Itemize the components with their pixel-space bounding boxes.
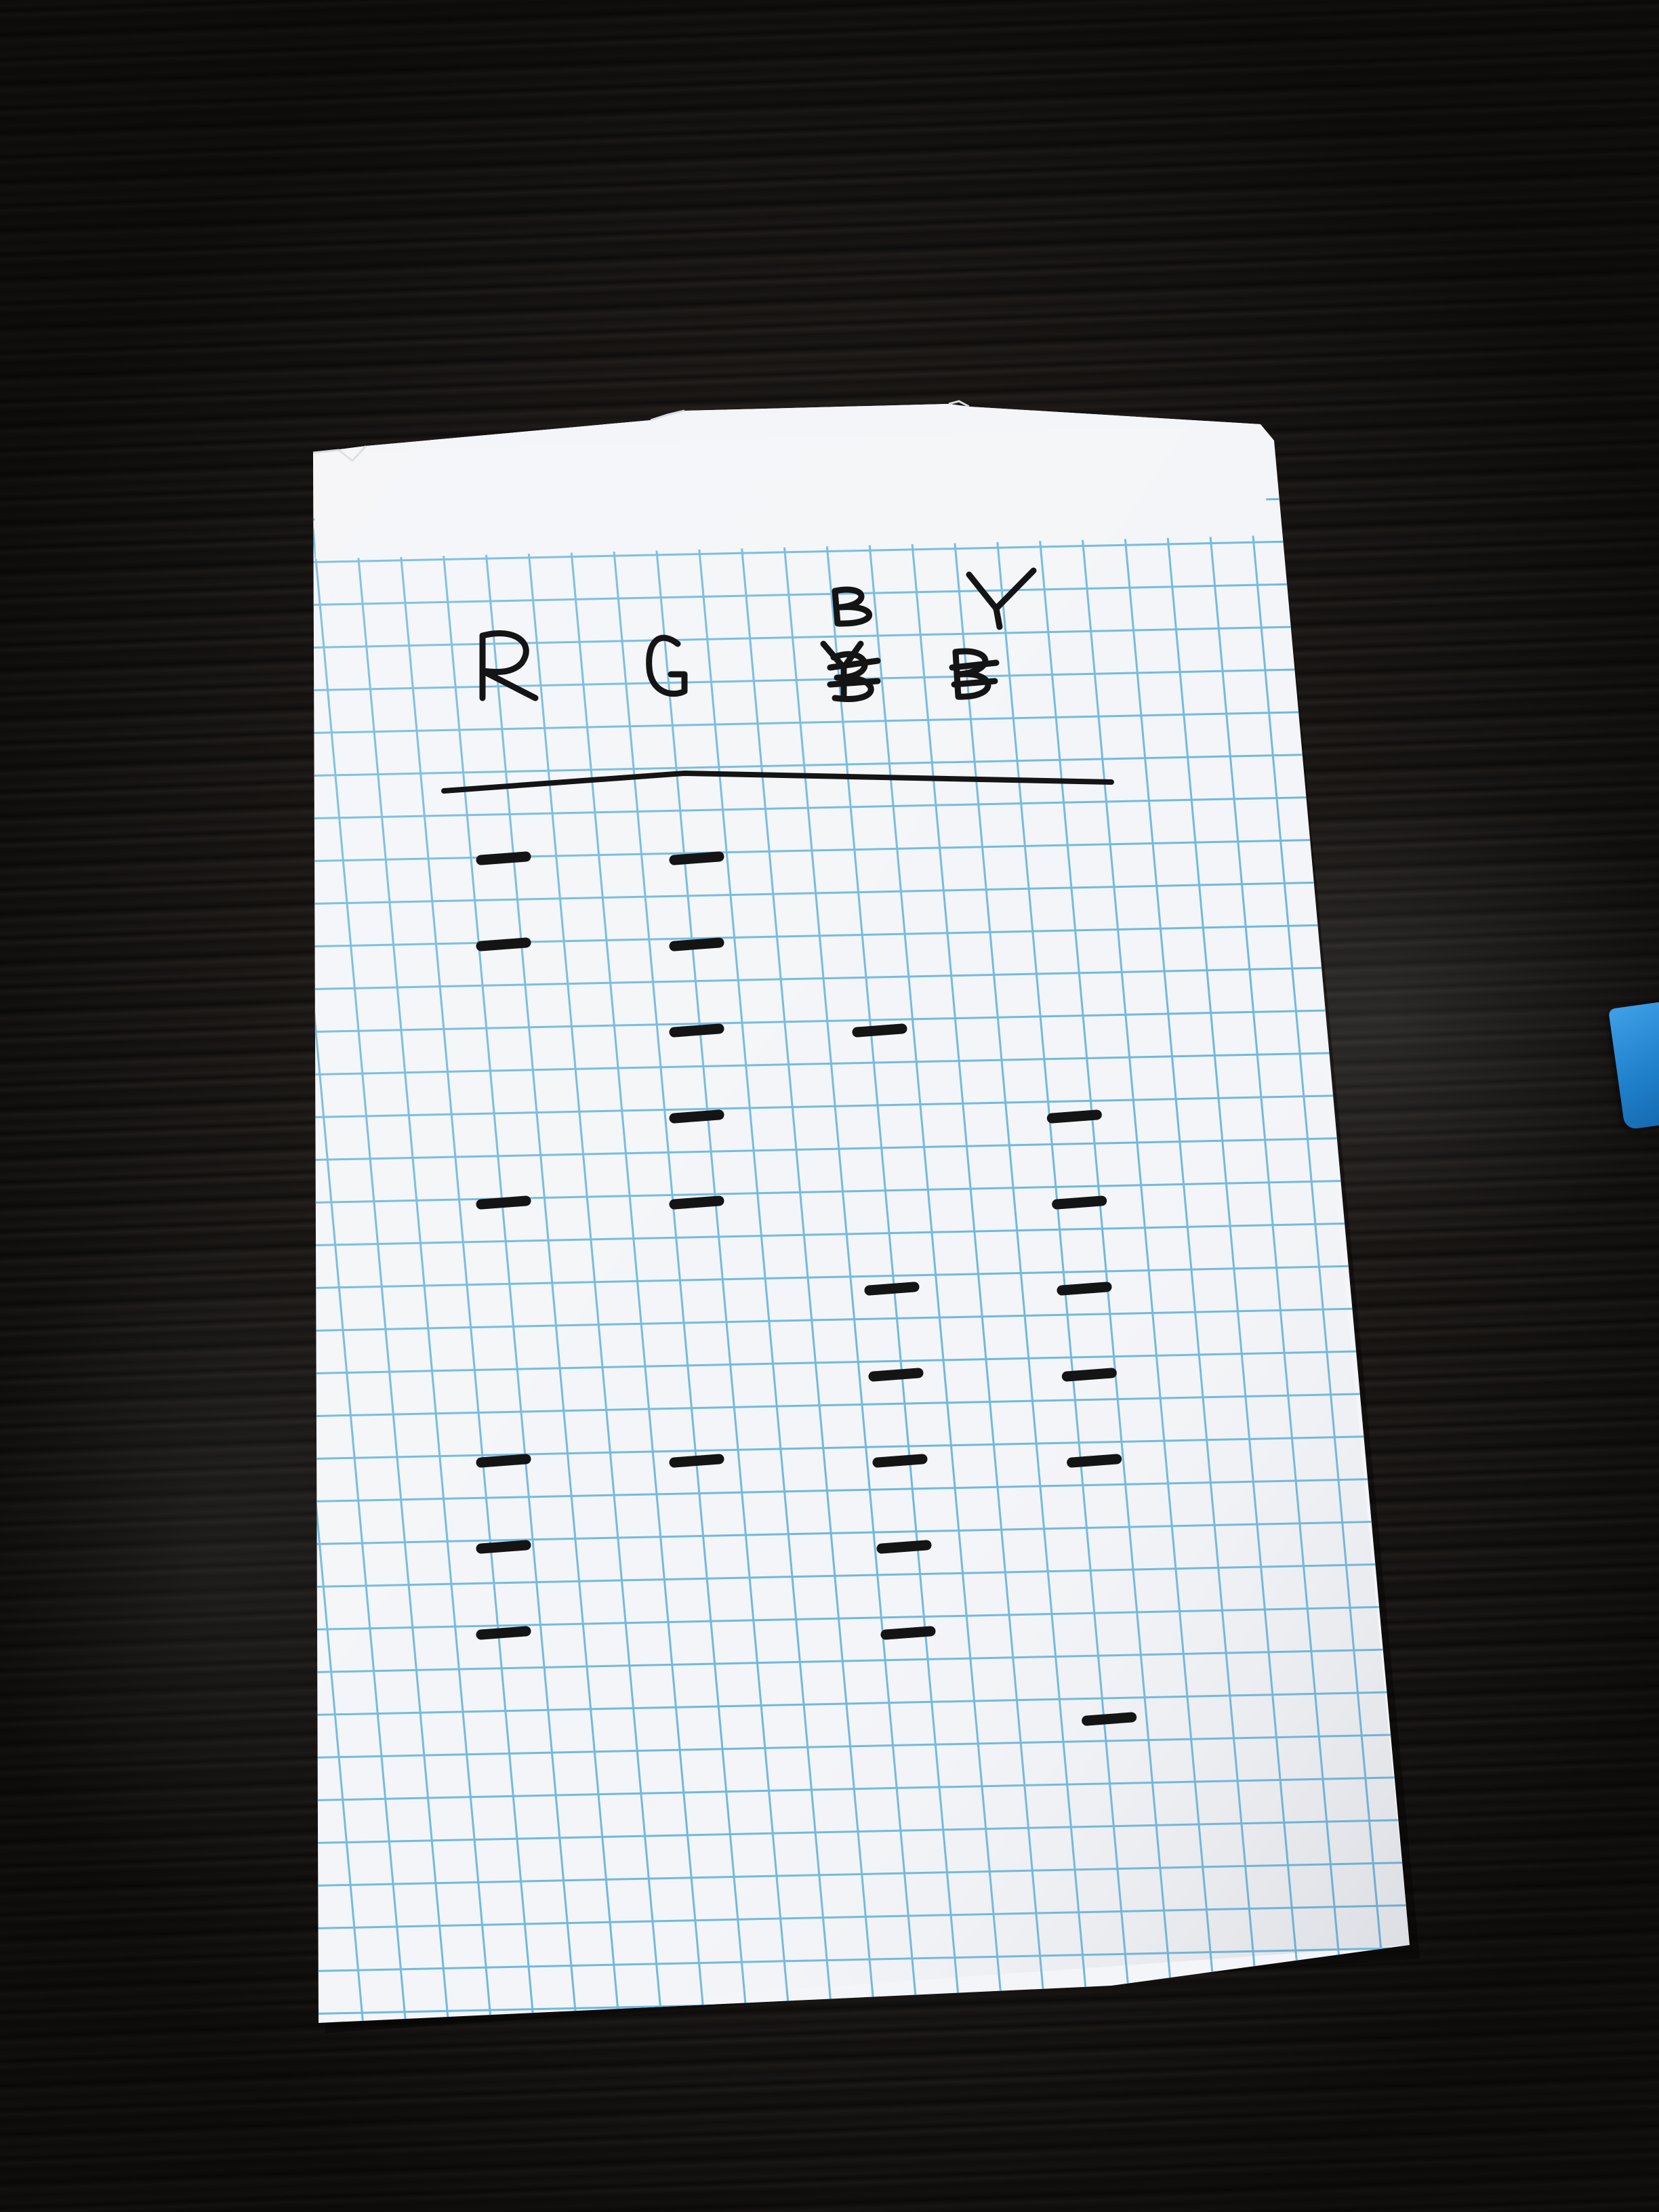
- band-mark-r: [476, 1195, 531, 1210]
- band-mark-b: [868, 1368, 924, 1382]
- band-mark-y: [1046, 1109, 1102, 1124]
- band-mark-g: [669, 1109, 724, 1124]
- band-mark-y: [1052, 1195, 1107, 1210]
- band-mark-b: [880, 1626, 936, 1640]
- band-mark-g: [669, 1454, 724, 1468]
- band-mark-r: [476, 1626, 531, 1640]
- band-mark-g: [669, 1023, 724, 1038]
- band-mark-r: [476, 937, 531, 951]
- band-mark-y: [1057, 1282, 1112, 1296]
- band-mark-g: [669, 1195, 724, 1210]
- band-mark-b: [864, 1282, 920, 1296]
- band-mark-b: [872, 1454, 928, 1468]
- band-mark-r: [476, 1540, 531, 1554]
- band-mark-b: [852, 1023, 907, 1038]
- band-mark-b: [876, 1540, 932, 1554]
- band-mark-g: [669, 937, 724, 951]
- band-mark-r: [476, 1454, 531, 1468]
- band-mark-y: [1067, 1454, 1122, 1468]
- band-mark-y: [1061, 1368, 1117, 1382]
- photo-scene: [0, 0, 1659, 2212]
- band-mark-g: [669, 851, 724, 865]
- band-mark-r: [476, 851, 531, 865]
- band-mark-y: [1082, 1712, 1137, 1726]
- graph-paper-sheet: [312, 400, 1420, 2033]
